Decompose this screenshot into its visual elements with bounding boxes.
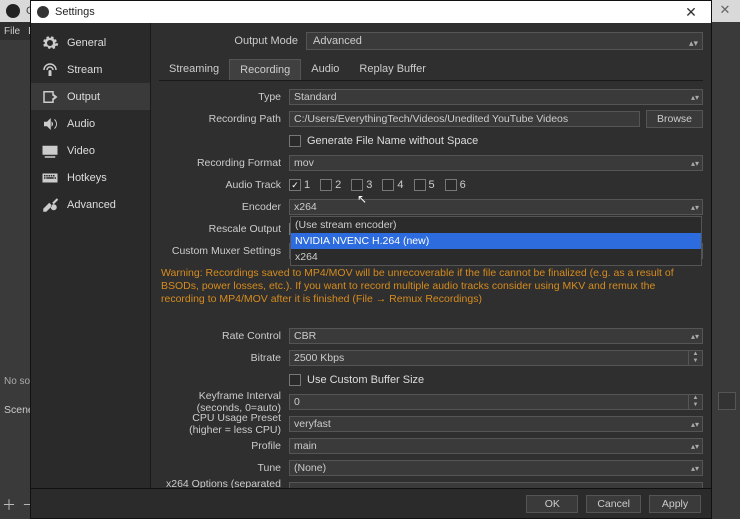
audio-track-3-checkbox[interactable] (351, 179, 363, 191)
audio-track-label: Audio Track (159, 179, 289, 191)
chevron-updown-icon: ▴▾ (689, 35, 698, 51)
obs-app-icon (6, 4, 20, 18)
outer-close-button[interactable]: ✕ (716, 2, 734, 18)
chevron-updown-icon: ▴▾ (691, 201, 699, 215)
settings-icon (37, 6, 49, 18)
profile-select[interactable]: main▴▾ (289, 438, 703, 454)
type-label: Type (159, 91, 289, 103)
chevron-updown-icon: ▴▾ (691, 418, 699, 432)
keyframe-spinner[interactable]: ▲▼ (688, 395, 702, 409)
tune-label: Tune (159, 462, 289, 474)
custom-buffer-checkbox[interactable] (289, 374, 301, 386)
generate-no-space-checkbox[interactable] (289, 135, 301, 147)
output-mode-label: Output Mode (221, 35, 306, 47)
chevron-updown-icon: ▴▾ (691, 157, 699, 171)
chevron-updown-icon: ▴▾ (691, 440, 699, 454)
sidebar-item-audio[interactable]: Audio (31, 110, 150, 137)
sidebar-item-label: Video (67, 145, 95, 157)
tab-recording[interactable]: Recording (229, 59, 301, 80)
output-icon (41, 88, 59, 106)
sidebar-item-video[interactable]: Video (31, 137, 150, 164)
menu-file[interactable]: File (0, 26, 24, 37)
custom-buffer-label: Use Custom Buffer Size (307, 374, 424, 386)
gear-icon (41, 34, 59, 52)
sidebar-item-label: Hotkeys (67, 172, 107, 184)
encoder-option-nvenc[interactable]: NVIDIA NVENC H.264 (new) (291, 233, 701, 249)
x264-options-input[interactable] (289, 482, 703, 488)
cpu-preset-label: CPU Usage Preset (higher = less CPU) (159, 412, 289, 436)
output-mode-select[interactable]: Advanced▴▾ (306, 32, 703, 50)
custom-muxer-label: Custom Muxer Settings (159, 245, 289, 257)
recording-path-input[interactable]: C:/Users/EverythingTech/Videos/Unedited … (289, 111, 640, 127)
audio-track-6-checkbox[interactable] (445, 179, 457, 191)
chevron-updown-icon: ▴▾ (691, 462, 699, 476)
chevron-updown-icon: ▴▾ (691, 330, 699, 344)
settings-title: Settings (55, 6, 95, 18)
video-icon (41, 142, 59, 160)
recording-path-label: Recording Path (159, 113, 289, 125)
stream-icon (41, 61, 59, 79)
rate-control-label: Rate Control (159, 330, 289, 342)
cpu-preset-select[interactable]: veryfast▴▾ (289, 416, 703, 432)
scene-add-button[interactable]: ＋ (2, 495, 16, 515)
apply-button[interactable]: Apply (649, 495, 701, 513)
sidebar-item-label: Stream (67, 64, 102, 76)
audio-track-5-checkbox[interactable] (414, 179, 426, 191)
tools-icon (41, 196, 59, 214)
sidebar-item-general[interactable]: General (31, 29, 150, 56)
sidebar-item-hotkeys[interactable]: Hotkeys (31, 164, 150, 191)
encoder-dropdown-list: (Use stream encoder) NVIDIA NVENC H.264 … (290, 216, 702, 266)
encoder-label: Encoder (159, 201, 289, 213)
tab-streaming[interactable]: Streaming (159, 59, 229, 80)
bitrate-spinner[interactable]: ▲▼ (688, 351, 702, 365)
keyframe-interval-input[interactable]: 0▲▼ (289, 394, 703, 410)
sidebar-item-label: Output (67, 91, 100, 103)
audio-icon (41, 115, 59, 133)
right-tool-button[interactable] (718, 392, 736, 410)
encoder-option-stream[interactable]: (Use stream encoder) (291, 217, 701, 233)
recording-format-label: Recording Format (159, 157, 289, 169)
cancel-button[interactable]: Cancel (586, 495, 641, 513)
type-select[interactable]: Standard▴▾ (289, 89, 703, 105)
browse-button[interactable]: Browse (646, 110, 703, 128)
sidebar-item-advanced[interactable]: Advanced (31, 191, 150, 218)
warning-text: Warning: Recordings saved to MP4/MOV wil… (159, 263, 703, 314)
tune-select[interactable]: (None)▴▾ (289, 460, 703, 476)
chevron-updown-icon: ▴▾ (691, 91, 699, 105)
audio-track-1-checkbox[interactable] (289, 179, 301, 191)
bitrate-label: Bitrate (159, 352, 289, 364)
ok-button[interactable]: OK (526, 495, 578, 513)
settings-close-button[interactable]: ✕ (671, 4, 711, 21)
settings-window: Settings ✕ General Stream Output Audio (30, 0, 712, 519)
recording-format-select[interactable]: mov▴▾ (289, 155, 703, 171)
encoder-select[interactable]: x264▴▾ (Use stream encoder) NVIDIA NVENC… (289, 199, 703, 215)
settings-sidebar: General Stream Output Audio Video Hotkey… (31, 23, 151, 488)
rescale-output-label: Rescale Output (159, 223, 289, 235)
keyframe-interval-label: Keyframe Interval (seconds, 0=auto) (159, 390, 289, 414)
audio-track-2-checkbox[interactable] (320, 179, 332, 191)
generate-no-space-label: Generate File Name without Space (307, 135, 478, 147)
rate-control-select[interactable]: CBR▴▾ (289, 328, 703, 344)
sidebar-item-label: Audio (67, 118, 95, 130)
sidebar-item-output[interactable]: Output (31, 83, 150, 110)
tab-audio[interactable]: Audio (301, 59, 349, 80)
tab-replay-buffer[interactable]: Replay Buffer (349, 59, 435, 80)
sidebar-item-label: Advanced (67, 199, 116, 211)
audio-track-4-checkbox[interactable] (382, 179, 394, 191)
x264-options-label: x264 Options (separated by space) (159, 478, 289, 488)
encoder-option-x264[interactable]: x264 (291, 249, 701, 265)
keyboard-icon (41, 169, 59, 187)
profile-label: Profile (159, 440, 289, 452)
sidebar-item-stream[interactable]: Stream (31, 56, 150, 83)
bitrate-input[interactable]: 2500 Kbps▲▼ (289, 350, 703, 366)
sidebar-item-label: General (67, 37, 106, 49)
